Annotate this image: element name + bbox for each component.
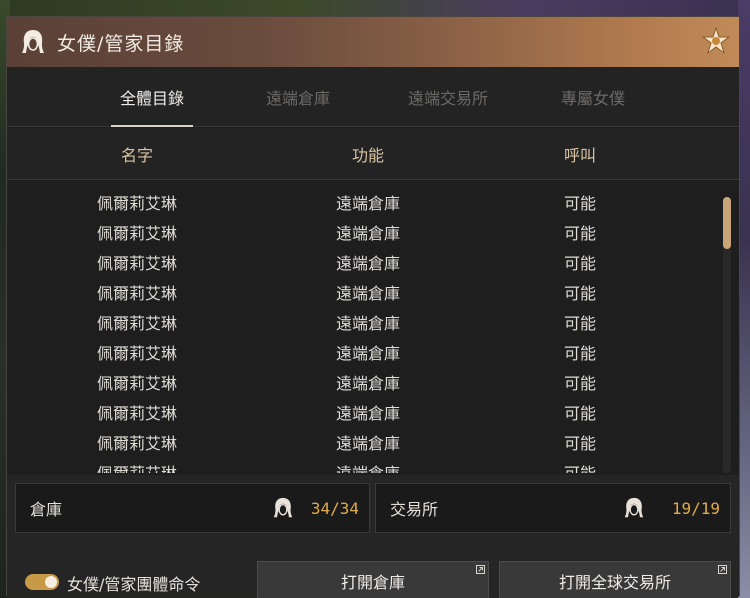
maid-function: 遠端倉庫 (293, 457, 443, 473)
maid-head-icon (271, 495, 295, 521)
market-label: 交易所 (390, 500, 439, 519)
maid-function: 遠端倉庫 (335, 374, 400, 393)
maid-call-status: 可能 (563, 404, 596, 423)
maid-call-status: 可能 (563, 254, 596, 273)
open-market-label: 打開全球交易所 (558, 573, 671, 592)
scrollbar-thumb[interactable] (723, 197, 731, 249)
maid-function: 遠端倉庫 (335, 284, 400, 303)
column-header-function[interactable]: 功能 (293, 128, 443, 180)
list-item[interactable]: 佩爾莉艾琳 遠端倉庫 可能 (7, 367, 719, 397)
maid-call-status: 可能 (563, 284, 596, 303)
expand-arrow-icon (476, 565, 485, 574)
warehouse-stat: 倉庫 34/34 (15, 483, 370, 533)
maid-function: 遠端倉庫 (335, 404, 400, 423)
emblem-star-icon[interactable] (701, 26, 731, 56)
warehouse-label: 倉庫 (30, 500, 63, 519)
maid-function: 遠端倉庫 (335, 434, 400, 453)
maid-name: 佩爾莉艾琳 (96, 284, 177, 303)
column-header-row: 名字 功能 呼叫 (7, 128, 739, 180)
tab-bar: 全體目錄 遠端倉庫 遠端交易所 專屬女僕 (7, 67, 739, 127)
maid-call-status: 可能 (563, 344, 596, 363)
background-scene-top (0, 0, 750, 16)
list-item[interactable]: 佩爾莉艾琳 遠端倉庫 可能 (7, 247, 719, 277)
maid-name: 佩爾莉艾琳 (96, 404, 177, 423)
maid-call-status: 可能 (505, 457, 655, 473)
maid-call-status: 可能 (563, 314, 596, 333)
maid-function: 遠端倉庫 (335, 314, 400, 333)
open-global-market-button[interactable]: 打開全球交易所 (499, 561, 731, 598)
window-title: 女僕/管家目錄 (57, 32, 185, 55)
footer-panel: 倉庫 34/34 交易所 19/19 女僕/管家團體命令 打開倉庫 打開全球交易… (7, 475, 739, 598)
tab-remote-market[interactable]: 遠端交易所 (393, 67, 503, 127)
maid-name: 佩爾莉艾琳 (96, 224, 177, 243)
title-bar[interactable]: 女僕/管家目錄 (7, 17, 739, 67)
warehouse-count: 34/34 (310, 498, 359, 518)
maid-name: 佩爾莉艾琳 (96, 374, 177, 393)
maid-name: 佩爾莉艾琳 (96, 344, 177, 363)
tab-remote-warehouse[interactable]: 遠端倉庫 (253, 67, 343, 127)
list-item[interactable]: 佩爾莉艾琳 遠端倉庫 可能 (7, 457, 719, 473)
maid-call-status: 可能 (563, 374, 596, 393)
maid-head-icon (19, 28, 47, 56)
list-scrollbar[interactable] (723, 197, 731, 473)
maid-head-icon (622, 495, 646, 521)
group-command-label: 女僕/管家團體命令 (67, 575, 201, 594)
group-command-toggle[interactable] (25, 574, 59, 590)
tab-exclusive-maid[interactable]: 專屬女僕 (553, 67, 633, 127)
maid-call-status: 可能 (563, 434, 596, 453)
maid-name: 佩爾莉艾琳 (96, 194, 177, 213)
tab-all-directory[interactable]: 全體目錄 (111, 67, 193, 127)
open-warehouse-label: 打開倉庫 (340, 573, 405, 592)
list-item[interactable]: 佩爾莉艾琳 遠端倉庫 可能 (7, 397, 719, 427)
list-item[interactable]: 佩爾莉艾琳 遠端倉庫 可能 (7, 217, 719, 247)
maid-call-status: 可能 (563, 224, 596, 243)
market-count: 19/19 (671, 498, 720, 518)
open-warehouse-button[interactable]: 打開倉庫 (257, 561, 489, 598)
maid-function: 遠端倉庫 (335, 344, 400, 363)
maid-name: 佩爾莉艾琳 (96, 314, 177, 333)
market-stat: 交易所 19/19 (375, 483, 731, 533)
maid-name: 佩爾莉艾琳 (62, 457, 212, 473)
list-item[interactable]: 佩爾莉艾琳 遠端倉庫 可能 (7, 187, 719, 217)
maid-call-status: 可能 (563, 194, 596, 213)
maid-name: 佩爾莉艾琳 (96, 254, 177, 273)
expand-arrow-icon (718, 565, 727, 574)
list-item[interactable]: 佩爾莉艾琳 遠端倉庫 可能 (7, 337, 719, 367)
list-item[interactable]: 佩爾莉艾琳 遠端倉庫 可能 (7, 307, 719, 337)
maid-function: 遠端倉庫 (335, 194, 400, 213)
column-header-name[interactable]: 名字 (62, 128, 212, 180)
maid-name: 佩爾莉艾琳 (96, 434, 177, 453)
maid-function: 遠端倉庫 (335, 254, 400, 273)
maid-function: 遠端倉庫 (335, 224, 400, 243)
maid-directory-window: 女僕/管家目錄 全體目錄 遠端倉庫 遠端交易所 專屬女僕 名字 功能 呼叫 佩爾… (6, 16, 740, 598)
toggle-knob (45, 576, 57, 588)
column-header-call[interactable]: 呼叫 (505, 128, 655, 180)
maid-list: 佩爾莉艾琳 遠端倉庫 可能 佩爾莉艾琳 遠端倉庫 可能 佩爾莉艾琳 遠端倉庫 可… (7, 181, 739, 473)
list-item[interactable]: 佩爾莉艾琳 遠端倉庫 可能 (7, 277, 719, 307)
list-item[interactable]: 佩爾莉艾琳 遠端倉庫 可能 (7, 427, 719, 457)
